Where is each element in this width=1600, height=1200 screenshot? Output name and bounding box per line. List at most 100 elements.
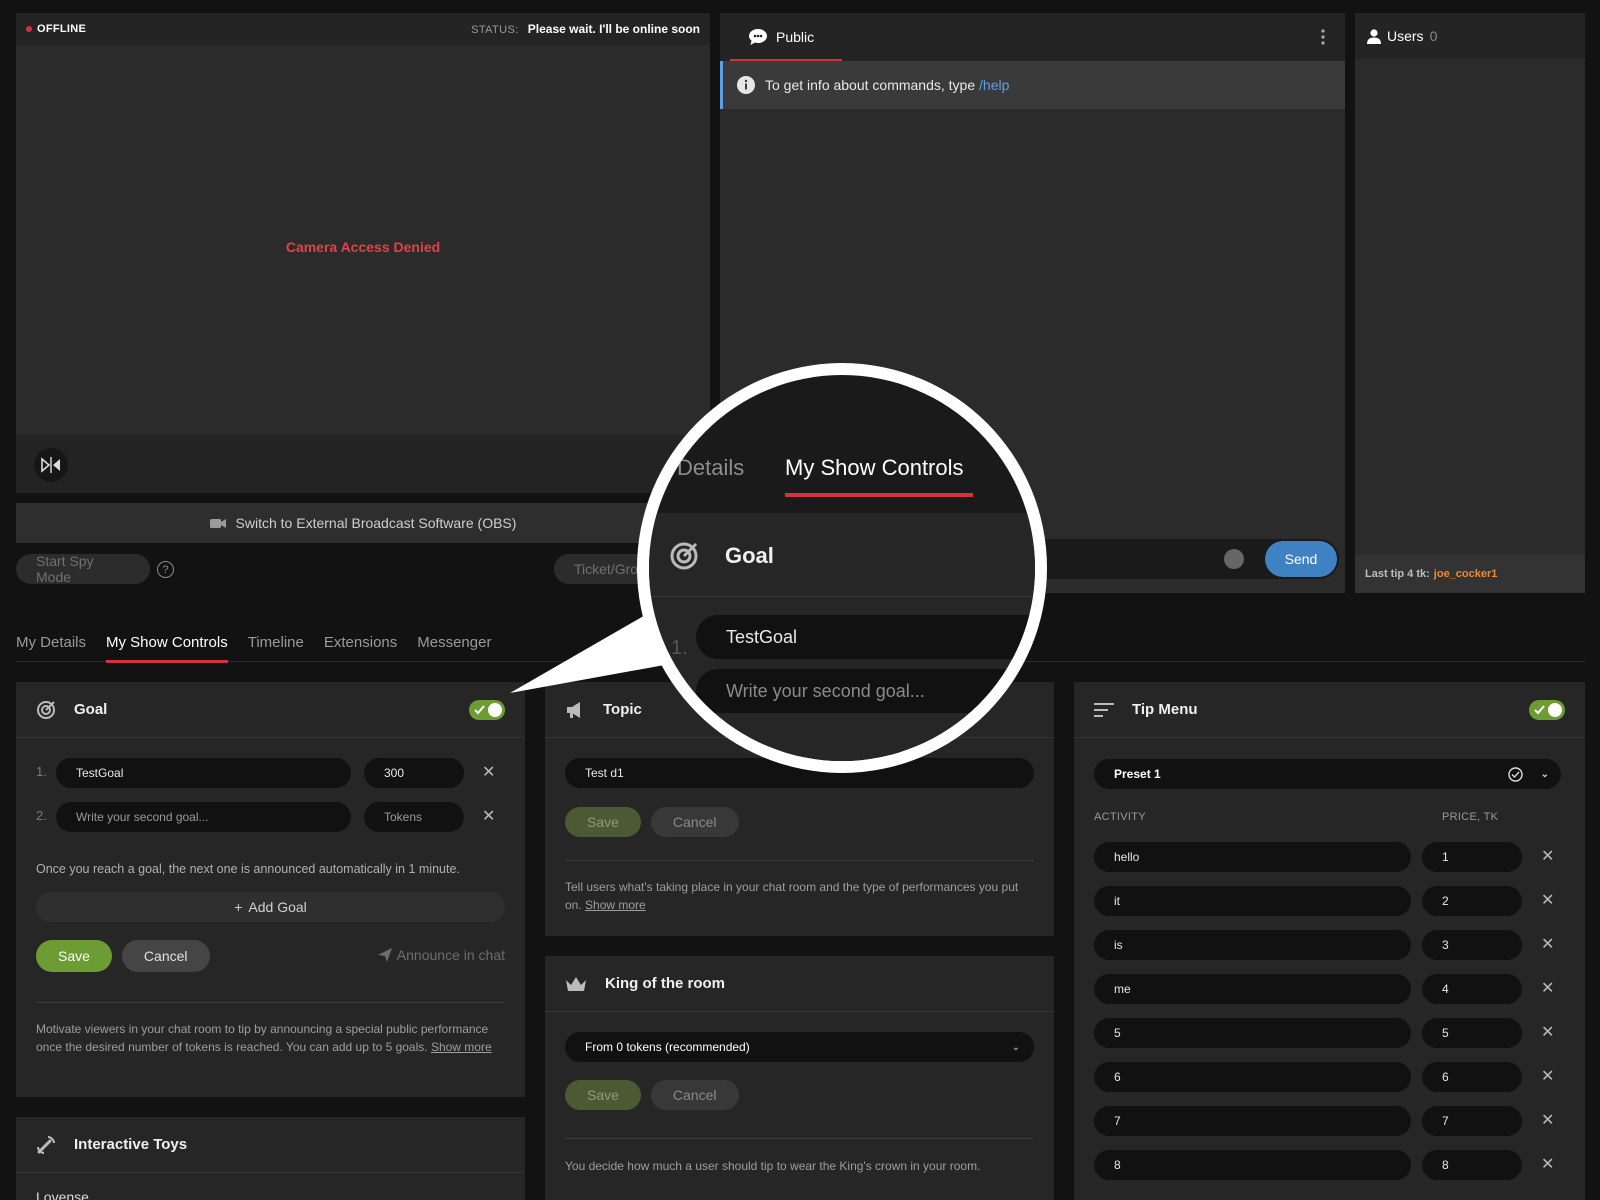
save-button[interactable]: Save <box>565 807 641 837</box>
king-actions: Save Cancel <box>565 1080 739 1110</box>
remove-goal-icon[interactable]: ✕ <box>482 762 495 782</box>
announce-in-chat-button[interactable]: Announce in chat <box>377 947 505 963</box>
toys-title: Interactive Toys <box>74 1136 188 1153</box>
tip-price-input[interactable]: 1 <box>1422 842 1522 872</box>
goal-text-input[interactable]: Write your second goal... <box>56 802 351 832</box>
magnified-row-number: 1. <box>671 637 688 659</box>
goal-amount-input[interactable]: Tokens <box>364 802 464 832</box>
preset-select[interactable]: Preset 1 ⌄ <box>1094 759 1561 789</box>
obs-switch-button[interactable]: Switch to External Broadcast Software (O… <box>16 503 710 543</box>
last-tip-label: Last tip 4 tk: <box>1365 568 1430 580</box>
tab-my-show-controls[interactable]: My Show Controls <box>106 624 228 663</box>
tab-extensions[interactable]: Extensions <box>324 624 397 662</box>
more-options-icon[interactable] <box>1321 29 1325 45</box>
tip-activity-input[interactable]: 5 <box>1094 1018 1411 1048</box>
remove-tip-item-icon[interactable]: ✕ <box>1541 934 1554 954</box>
magnifier-callout: Details My Show Controls Goal 1. TestGoa… <box>637 363 1047 773</box>
cancel-button[interactable]: Cancel <box>650 807 739 837</box>
preset-value: Preset 1 <box>1114 767 1161 781</box>
chevron-down-icon: ⌄ <box>1540 768 1549 780</box>
save-button[interactable]: Save <box>36 940 112 972</box>
video-controls <box>16 435 710 493</box>
cancel-button[interactable]: Cancel <box>650 1080 739 1110</box>
king-of-room-card: King of the room From 0 tokens (recommen… <box>545 956 1054 1200</box>
price-column-header: PRICE, TK <box>1442 811 1499 823</box>
divider <box>565 860 1034 861</box>
interactive-toys-card: Interactive Toys Lovense <box>16 1117 525 1200</box>
goal-description: Motivate viewers in your chat room to ti… <box>36 1022 492 1054</box>
tip-activity-input[interactable]: me <box>1094 974 1411 1004</box>
tip-menu-card: Tip Menu Preset 1 ⌄ ACTIVITY PRICE, TK h… <box>1074 682 1585 1200</box>
tip-price-input[interactable]: 5 <box>1422 1018 1522 1048</box>
goal-toggle[interactable] <box>469 700 505 720</box>
remove-tip-item-icon[interactable]: ✕ <box>1541 1022 1554 1042</box>
tip-activity-input[interactable]: 6 <box>1094 1062 1411 1092</box>
start-spy-mode-button[interactable]: Start Spy Mode <box>16 553 150 585</box>
magnified-goal-input: TestGoal <box>696 615 1035 659</box>
tab-timeline[interactable]: Timeline <box>248 624 304 662</box>
users-header: Users 0 <box>1355 13 1585 59</box>
user-icon <box>1367 28 1381 44</box>
check-icon <box>474 705 485 715</box>
chevron-down-icon: ⌄ <box>1011 1041 1020 1053</box>
tip-activity-input[interactable]: 7 <box>1094 1106 1411 1136</box>
magnified-goal-card: Goal 1. TestGoal Write your second goal.… <box>649 513 1035 761</box>
king-header: King of the room <box>545 956 1054 1012</box>
tab-public[interactable]: Public <box>776 29 814 45</box>
tab-my-details[interactable]: My Details <box>16 624 86 662</box>
remove-tip-item-icon[interactable]: ✕ <box>1541 1066 1554 1086</box>
tip-price-input[interactable]: 8 <box>1422 1150 1522 1180</box>
status: STATUS: Please wait. I'll be online soon <box>471 22 700 36</box>
show-more-link[interactable]: Show more <box>431 1040 492 1054</box>
target-icon <box>670 542 698 570</box>
send-button[interactable]: Send <box>1265 541 1337 577</box>
remove-tip-item-icon[interactable]: ✕ <box>1541 846 1554 866</box>
king-description: You decide how much a user should tip to… <box>565 1159 981 1173</box>
tip-menu-toggle[interactable] <box>1529 700 1565 720</box>
status-text: Please wait. I'll be online soon <box>527 22 700 36</box>
tip-price-input[interactable]: 7 <box>1422 1106 1522 1136</box>
goal-note: Once you reach a goal, the next one is a… <box>36 862 460 876</box>
add-goal-button[interactable]: + Add Goal <box>36 892 505 922</box>
video-status-bar: OFFLINE STATUS: Please wait. I'll be onl… <box>16 13 710 45</box>
tip-activity-input[interactable]: 8 <box>1094 1150 1411 1180</box>
tip-activity-input[interactable]: is <box>1094 930 1411 960</box>
show-more-link[interactable]: Show more <box>585 898 646 912</box>
help-command-link[interactable]: /help <box>979 77 1009 93</box>
chat-bubble-icon <box>749 29 767 45</box>
megaphone-icon <box>567 701 580 718</box>
remove-tip-item-icon[interactable]: ✕ <box>1541 978 1554 998</box>
toy-icon <box>37 1135 55 1154</box>
last-tip-user[interactable]: joe_cocker1 <box>1434 568 1498 580</box>
cancel-button[interactable]: Cancel <box>121 940 210 972</box>
king-threshold-select[interactable]: From 0 tokens (recommended) ⌄ <box>565 1032 1034 1062</box>
save-button[interactable]: Save <box>565 1080 641 1110</box>
list-icon <box>1094 702 1114 717</box>
divider <box>565 1138 1034 1139</box>
remove-tip-item-icon[interactable]: ✕ <box>1541 1154 1554 1174</box>
mirror-button[interactable] <box>34 448 68 482</box>
tip-activity-input[interactable]: it <box>1094 886 1411 916</box>
goal-row-number: 2. <box>36 808 47 823</box>
check-icon <box>1534 705 1545 715</box>
tab-messenger[interactable]: Messenger <box>417 624 491 662</box>
remove-tip-item-icon[interactable]: ✕ <box>1541 890 1554 910</box>
tip-price-input[interactable]: 2 <box>1422 886 1522 916</box>
tip-price-input[interactable]: 4 <box>1422 974 1522 1004</box>
tip-price-input[interactable]: 6 <box>1422 1062 1522 1092</box>
goal-text-input[interactable]: TestGoal <box>56 758 351 788</box>
goal-card: Goal 1. TestGoal 300 ✕ 2. Write your sec… <box>16 682 525 1097</box>
tip-price-input[interactable]: 3 <box>1422 930 1522 960</box>
magnified-tab-details: Details <box>677 455 745 480</box>
remove-tip-item-icon[interactable]: ✕ <box>1541 1110 1554 1130</box>
users-title: Users <box>1387 28 1424 44</box>
remove-goal-icon[interactable]: ✕ <box>482 806 495 826</box>
camera-access-message: Camera Access Denied <box>285 239 441 255</box>
magnified-view: Details My Show Controls Goal 1. TestGoa… <box>649 375 1035 761</box>
tip-activity-input[interactable]: hello <box>1094 842 1411 872</box>
obs-label: Switch to External Broadcast Software (O… <box>235 515 517 531</box>
emoji-icon[interactable] <box>1224 549 1244 569</box>
goal-amount-input[interactable]: 300 <box>364 758 464 788</box>
magnified-goal-header: Goal <box>649 513 1035 597</box>
help-icon[interactable]: ? <box>157 561 174 578</box>
